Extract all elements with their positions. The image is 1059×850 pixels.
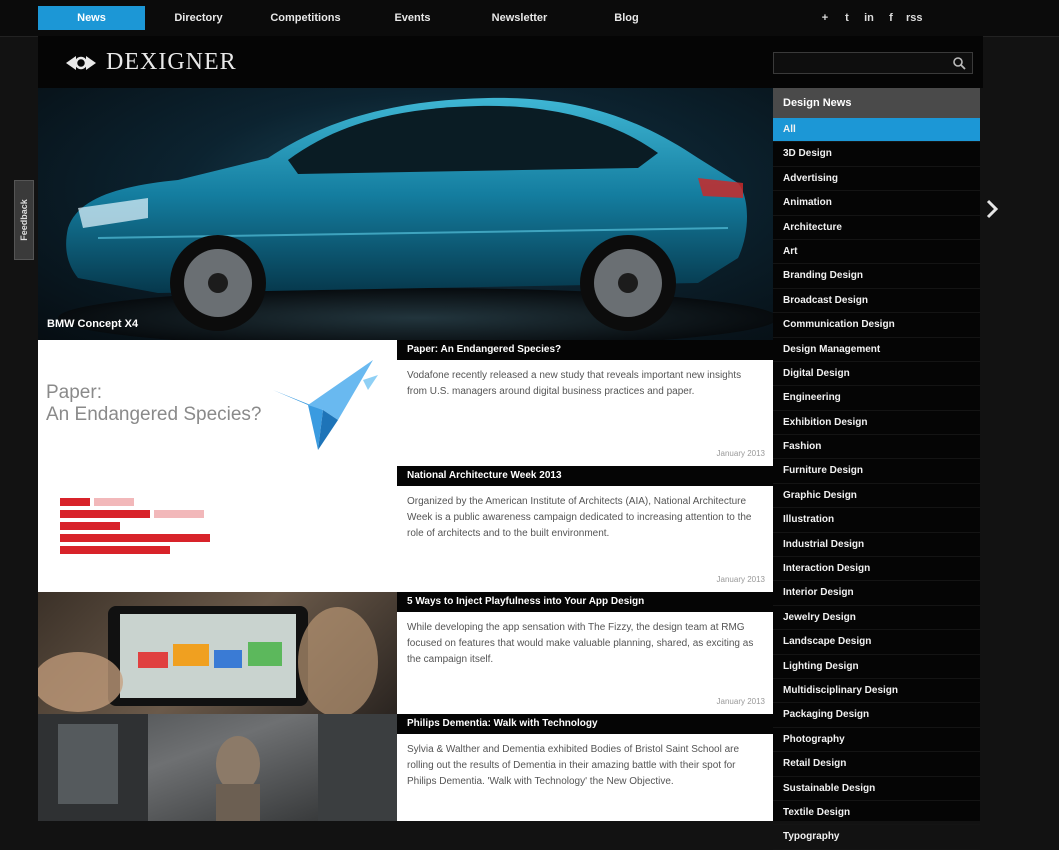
- sidebar-item-engineering[interactable]: Engineering: [773, 386, 980, 411]
- sidebar-item-landscape-design[interactable]: Landscape Design: [773, 630, 980, 655]
- social-links: + t in f rss: [818, 7, 923, 29]
- article-thumbnail[interactable]: [38, 714, 397, 821]
- street-photo-image: [38, 714, 397, 821]
- origami-crane-image: [273, 360, 378, 450]
- sidebar-item-advertising[interactable]: Advertising: [773, 167, 980, 192]
- sidebar-item-animation[interactable]: Animation: [773, 191, 980, 216]
- nav-item-competitions[interactable]: Competitions: [252, 6, 359, 30]
- article-excerpt-box: Organized by the American Institute of A…: [397, 486, 773, 592]
- article-excerpt: While developing the app sensation with …: [407, 622, 754, 665]
- article-thumbnail[interactable]: [38, 592, 397, 714]
- sidebar-item-branding-design[interactable]: Branding Design: [773, 264, 980, 289]
- facebook-icon[interactable]: f: [884, 7, 898, 29]
- nav-item-events[interactable]: Events: [359, 6, 466, 30]
- sidebar-item-communication-design[interactable]: Communication Design: [773, 313, 980, 338]
- google-plus-icon[interactable]: +: [818, 7, 832, 29]
- site-header: DEXIGNER: [38, 36, 983, 88]
- nav-item-news[interactable]: News: [38, 6, 145, 30]
- article-date: January 2013: [716, 575, 765, 584]
- article-thumbnail[interactable]: [38, 466, 397, 592]
- tablet-photo-image: [38, 606, 378, 714]
- hero-slide[interactable]: BMW Concept X4: [38, 88, 773, 340]
- article-card[interactable]: National Architecture Week 2013 Organize…: [38, 466, 773, 592]
- sidebar-item-textile-design[interactable]: Textile Design: [773, 801, 980, 826]
- architecture-week-logo-image: [60, 498, 210, 554]
- sidebar-item-furniture-design[interactable]: Furniture Design: [773, 459, 980, 484]
- nav-item-directory[interactable]: Directory: [145, 6, 252, 30]
- article-excerpt: Organized by the American Institute of A…: [407, 496, 752, 539]
- sidebar-item-illustration[interactable]: Illustration: [773, 508, 980, 533]
- sidebar-item-sustainable-design[interactable]: Sustainable Design: [773, 777, 980, 801]
- sidebar-item-all[interactable]: All: [773, 118, 980, 143]
- sidebar-item-broadcast-design[interactable]: Broadcast Design: [773, 289, 980, 314]
- article-excerpt: Vodafone recently released a new study t…: [407, 370, 742, 397]
- thumb-headline-line-2: An Endangered Species?: [46, 404, 262, 425]
- search-box: [773, 52, 973, 74]
- chevron-right-icon[interactable]: [985, 198, 999, 220]
- article-excerpt-box: While developing the app sensation with …: [397, 612, 773, 714]
- sidebar-item-jewelry-design[interactable]: Jewelry Design: [773, 606, 980, 631]
- article-excerpt: Sylvia & Walther and Dementia exhibited …: [407, 744, 740, 787]
- nav-item-newsletter[interactable]: Newsletter: [466, 6, 573, 30]
- nav-item-blog[interactable]: Blog: [573, 6, 680, 30]
- article-title[interactable]: Paper: An Endangered Species?: [397, 340, 773, 360]
- sidebar-item-packaging-design[interactable]: Packaging Design: [773, 703, 980, 728]
- thumb-headline-line-1: Paper:: [46, 382, 102, 403]
- twitter-icon[interactable]: t: [840, 7, 854, 29]
- article-title[interactable]: 5 Ways to Inject Playfulness into Your A…: [397, 592, 773, 612]
- article-thumbnail[interactable]: Paper: An Endangered Species?: [38, 340, 397, 466]
- article-title[interactable]: National Architecture Week 2013: [397, 466, 773, 486]
- hero-car-image: [58, 97, 773, 340]
- feedback-label: Feedback: [19, 199, 29, 241]
- article-date: January 2013: [716, 697, 765, 706]
- rss-icon[interactable]: rss: [906, 7, 923, 29]
- sidebar-item-digital-design[interactable]: Digital Design: [773, 362, 980, 387]
- top-nav: News Directory Competitions Events Newsl…: [0, 0, 1059, 37]
- sidebar-item-interior-design[interactable]: Interior Design: [773, 581, 980, 606]
- sidebar-item-architecture[interactable]: Architecture: [773, 216, 980, 240]
- sidebar-item-interaction-design[interactable]: Interaction Design: [773, 557, 980, 582]
- article-card[interactable]: 5 Ways to Inject Playfulness into Your A…: [38, 592, 773, 714]
- sidebar-item-3d-design[interactable]: 3D Design: [773, 142, 980, 167]
- main-menu: News Directory Competitions Events Newsl…: [38, 6, 680, 30]
- hero-caption[interactable]: BMW Concept X4: [47, 318, 138, 330]
- linkedin-icon[interactable]: in: [862, 7, 876, 29]
- article-excerpt-box: Sylvia & Walther and Dementia exhibited …: [397, 734, 773, 821]
- sidebar-item-design-management[interactable]: Design Management: [773, 338, 980, 362]
- sidebar-item-photography[interactable]: Photography: [773, 728, 980, 753]
- design-news-sidebar: Design News All 3D Design Advertising Anima…: [773, 88, 980, 850]
- feedback-tab[interactable]: Feedback: [14, 180, 34, 260]
- sidebar-item-industrial-design[interactable]: Industrial Design: [773, 533, 980, 558]
- sidebar-item-typography[interactable]: Typography: [773, 825, 980, 850]
- search-input[interactable]: [774, 53, 958, 73]
- sidebar-item-fashion[interactable]: Fashion: [773, 435, 980, 460]
- sidebar-item-lighting-design[interactable]: Lighting Design: [773, 655, 980, 679]
- sidebar-item-art[interactable]: Art: [773, 240, 980, 265]
- search-icon[interactable]: [952, 56, 966, 70]
- article-title[interactable]: Philips Dementia: Walk with Technology: [397, 714, 773, 734]
- brand-name: DEXIGNER: [106, 49, 237, 75]
- sidebar-title: Design News: [773, 88, 980, 118]
- article-card[interactable]: Paper: An Endangered Species? Paper: An …: [38, 340, 773, 466]
- category-list: All 3D Design Advertising Animation Architec…: [773, 118, 980, 850]
- sidebar-item-multidisciplinary-design[interactable]: Multidisciplinary Design: [773, 679, 980, 704]
- article-date: January 2013: [716, 449, 765, 458]
- logo-mark-icon: [66, 55, 96, 70]
- article-card[interactable]: Philips Dementia: Walk with Technology S…: [38, 714, 773, 821]
- sidebar-item-graphic-design[interactable]: Graphic Design: [773, 484, 980, 509]
- sidebar-item-exhibition-design[interactable]: Exhibition Design: [773, 411, 980, 436]
- article-excerpt-box: Vodafone recently released a new study t…: [397, 360, 773, 466]
- sidebar-item-retail-design[interactable]: Retail Design: [773, 752, 980, 777]
- site-logo[interactable]: DEXIGNER: [64, 49, 237, 76]
